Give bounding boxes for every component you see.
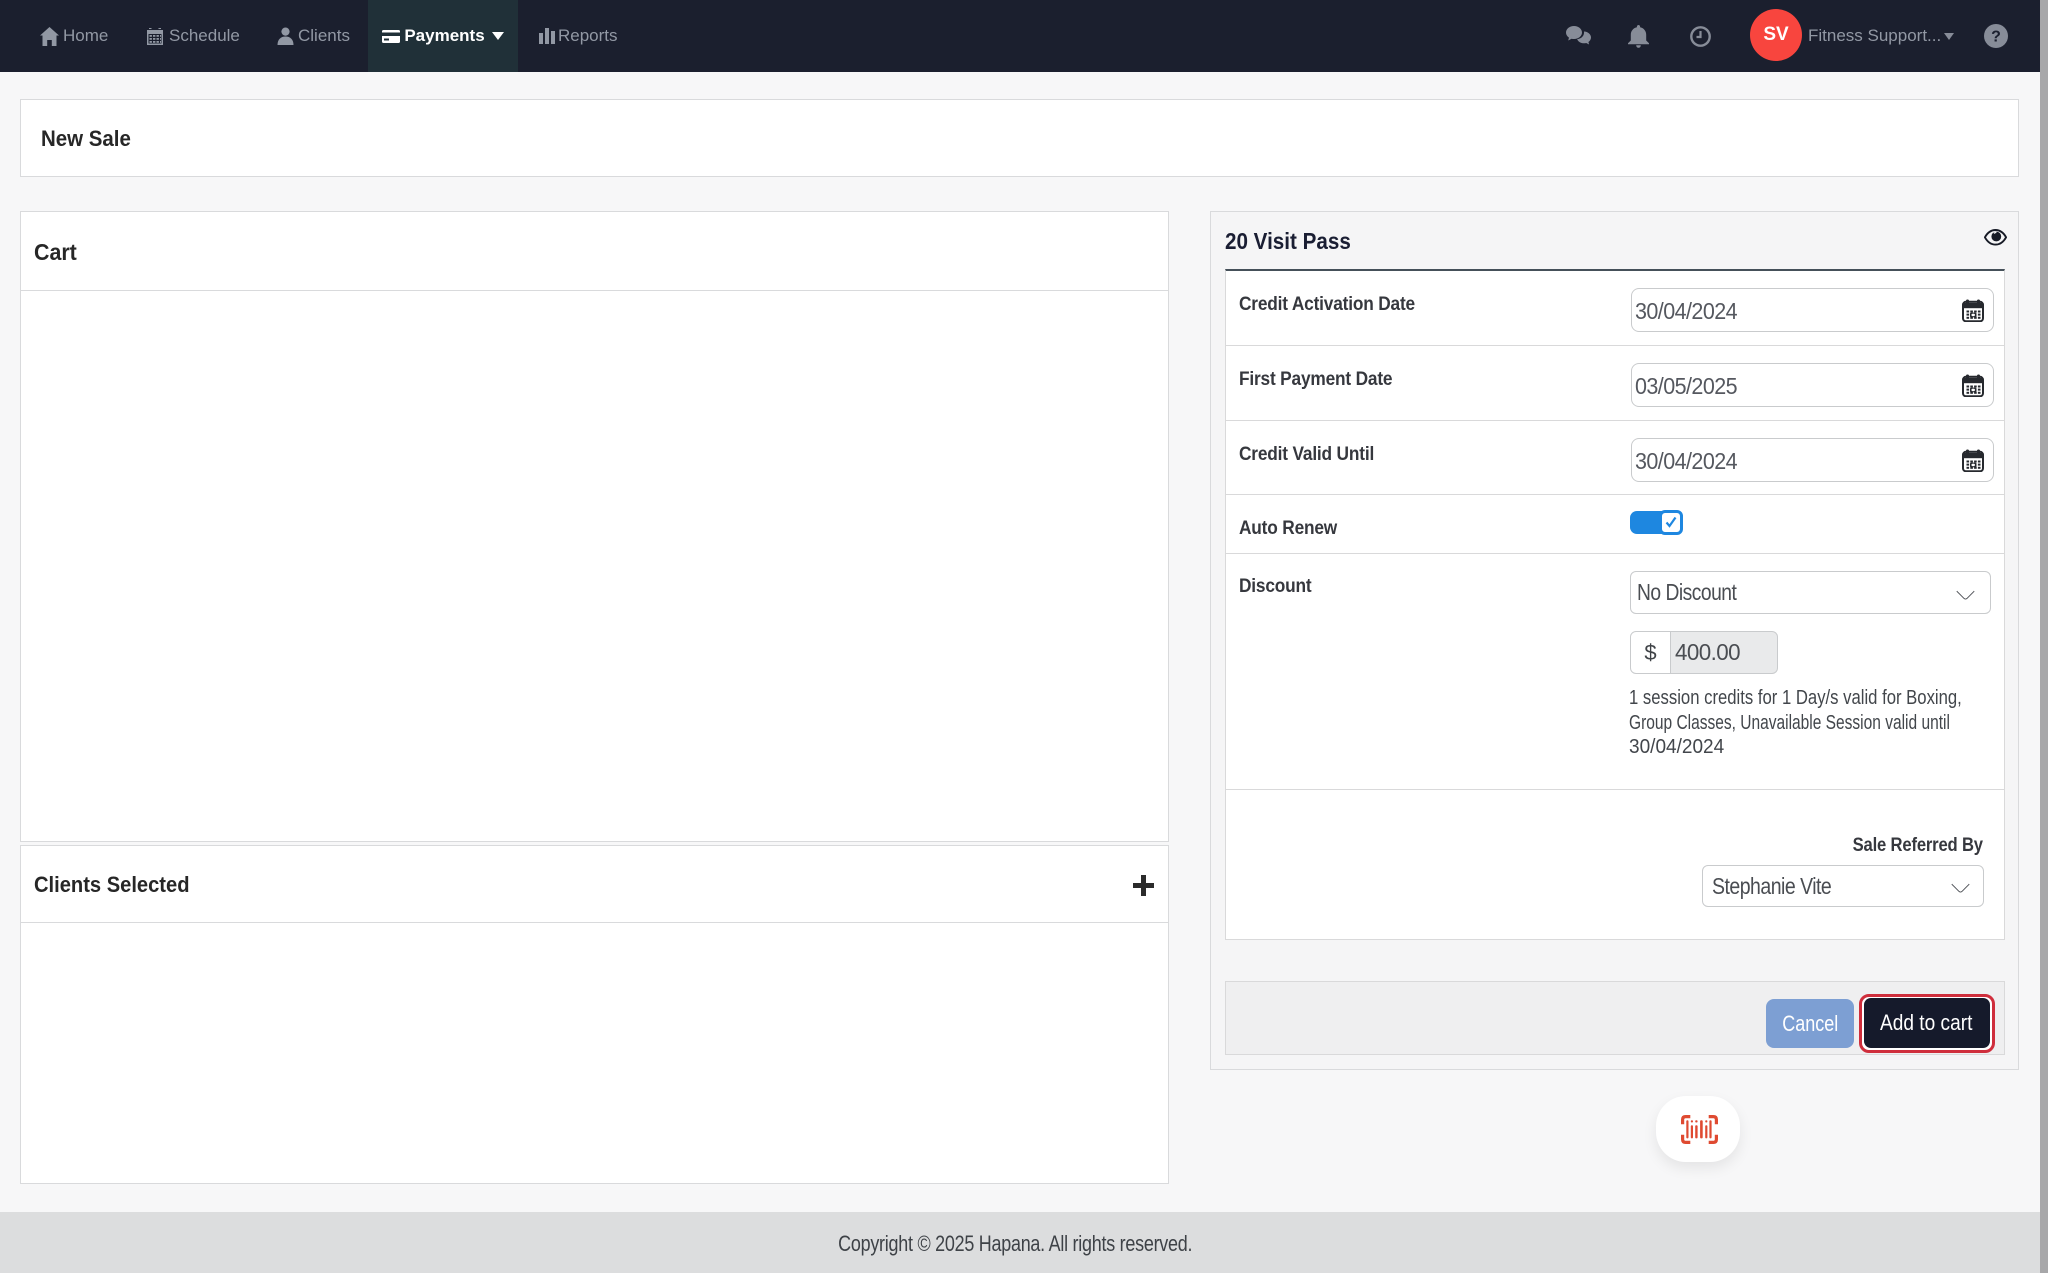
- svg-text:?: ?: [1991, 29, 2001, 46]
